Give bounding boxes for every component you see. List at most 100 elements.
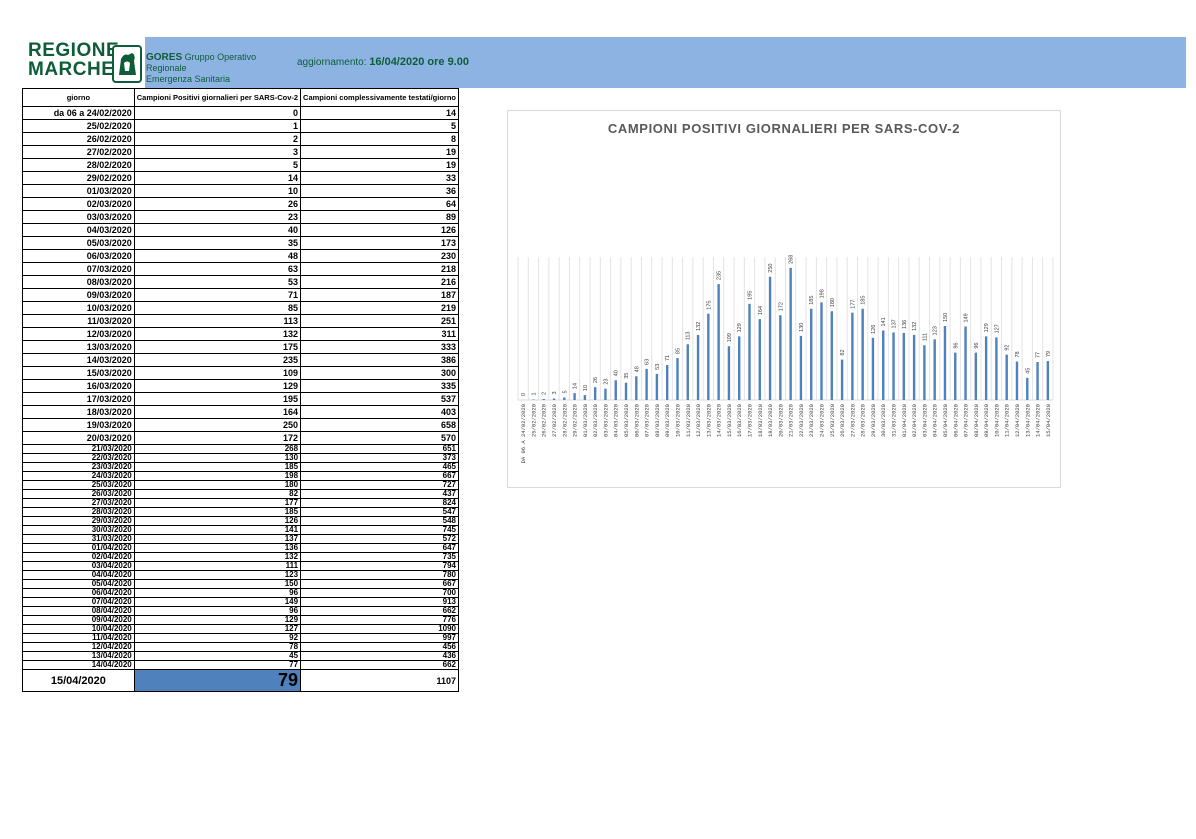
x-tick-label: 13/04/2020: [1024, 404, 1031, 437]
cell-tested: 386: [300, 353, 459, 367]
x-tick-label: 24/03/2020: [819, 404, 826, 437]
x-tick-label: 26/02/2020: [541, 404, 548, 437]
x-tick-label: 06/04/2020: [952, 404, 959, 437]
cell-positive: 164: [133, 405, 302, 419]
data-label: 185: [809, 296, 815, 305]
cell-positive: 132: [133, 327, 302, 341]
cell-date: 05/04/2020: [22, 579, 135, 589]
cell-tested: 548: [300, 516, 459, 526]
col-header-date: giorno: [22, 88, 135, 107]
table-row: 20/03/2020 172 570: [22, 431, 459, 445]
x-tick-label: 26/03/2020: [839, 404, 846, 437]
data-label: 10: [583, 385, 589, 391]
table-row: 05/04/2020 150 667: [22, 579, 459, 589]
cell-positive: 250: [133, 418, 302, 432]
data-label: 164: [758, 306, 764, 315]
cell-positive: 3: [133, 145, 302, 159]
bar: [748, 303, 751, 400]
table-row: 04/03/2020 40 126: [22, 223, 459, 237]
cell-date: 05/03/2020: [22, 236, 135, 250]
cell-date: 08/03/2020: [22, 275, 135, 289]
cell-tested: 651: [300, 444, 459, 454]
cell-positive: 85: [133, 301, 302, 315]
cell-date: 12/03/2020: [22, 327, 135, 341]
cell-positive: 132: [133, 552, 302, 562]
bar: [645, 368, 648, 400]
cell-date: 07/03/2020: [22, 262, 135, 276]
bar: [614, 380, 617, 400]
cell-tested: 997: [300, 633, 459, 643]
x-tick-label: 25/02/2020: [530, 404, 537, 437]
cell-date: 22/03/2020: [22, 453, 135, 463]
table-row: 29/02/2020 14 33: [22, 171, 459, 185]
cell-tested: 300: [300, 366, 459, 380]
cell-tested: 780: [300, 570, 459, 580]
data-label: 141: [881, 317, 887, 326]
bar: [943, 326, 947, 400]
cell-positive: 78: [133, 642, 302, 652]
cell-positive: 130: [133, 453, 302, 463]
x-tick-label: 29/03/2020: [870, 404, 877, 437]
cell-date: 25/03/2020: [22, 480, 135, 490]
x-tick-label: 10/03/2020: [674, 404, 681, 437]
cell-date: 01/03/2020: [22, 184, 135, 198]
table-row: da 06 a 24/02/2020 0 14: [22, 106, 459, 120]
cell-tested: 794: [300, 561, 459, 571]
x-tick-label: 12/03/2020: [695, 404, 702, 437]
cell-positive: 63: [133, 262, 302, 276]
cell-tested: 216: [300, 275, 459, 289]
cell-tested: 311: [300, 327, 459, 341]
bar: [933, 339, 936, 400]
data-label: 0: [521, 393, 527, 396]
x-tick-label: 27/03/2020: [849, 404, 856, 437]
cell-tested: 437: [300, 489, 459, 499]
cell-tested: 335: [300, 379, 459, 393]
cell-positive: 77: [133, 660, 302, 670]
cell-date: 14/04/2020: [22, 660, 135, 670]
x-tick-label: 05/04/2020: [942, 404, 949, 437]
bar: [799, 335, 803, 400]
bar: [1036, 362, 1039, 400]
cell-tested: 33: [300, 171, 459, 185]
cell-date: 01/04/2020: [22, 543, 135, 553]
x-tick-label: 27/02/2020: [551, 404, 558, 437]
data-label: 113: [686, 331, 692, 340]
data-label: 198: [820, 289, 826, 298]
cell-date: 14/03/2020: [22, 353, 135, 367]
x-tick-label: 15/04/2020: [1045, 404, 1052, 437]
data-table: giorno Campioni Positivi giornalieri per…: [22, 88, 459, 692]
bar: [851, 312, 854, 400]
table-row: 14/03/2020 235 386: [22, 353, 459, 367]
cell-tested: 173: [300, 236, 459, 250]
x-tick-label: 03/03/2020: [602, 404, 609, 437]
x-tick-label: 18/03/2020: [757, 404, 764, 437]
x-tick-label: 02/04/2020: [911, 404, 918, 437]
data-label: 79: [1046, 351, 1052, 357]
cell-tested: 913: [300, 597, 459, 607]
cell-positive: 268: [133, 444, 302, 454]
table-row: 13/04/2020 45 436: [22, 651, 459, 661]
cell-tested: 187: [300, 288, 459, 302]
table-row: 22/03/2020 130 373: [22, 453, 459, 463]
table-row: 11/03/2020 113 251: [22, 314, 459, 328]
table-row: 12/03/2020 132 311: [22, 327, 459, 341]
cell-positive: 123: [133, 570, 302, 580]
bar: [738, 336, 741, 400]
data-label: 5: [562, 390, 568, 393]
table-row: 05/03/2020 35 173: [22, 236, 459, 250]
bar: [892, 332, 895, 400]
cell-tested: 19: [300, 145, 459, 159]
bar: [758, 319, 761, 400]
table-row: 06/03/2020 48 230: [22, 249, 459, 263]
bar: [912, 334, 916, 400]
bar: [1046, 361, 1050, 400]
cell-positive: 127: [133, 624, 302, 634]
bar: [902, 332, 906, 400]
cell-tested: 776: [300, 615, 459, 625]
x-tick-label: 20/03/2020: [777, 404, 784, 437]
cell-positive: 172: [133, 431, 302, 445]
cell-date: 09/03/2020: [22, 288, 135, 302]
x-tick-label: 02/03/2020: [592, 404, 599, 437]
cell-tested: 230: [300, 249, 459, 263]
cell-positive: 137: [133, 534, 302, 544]
